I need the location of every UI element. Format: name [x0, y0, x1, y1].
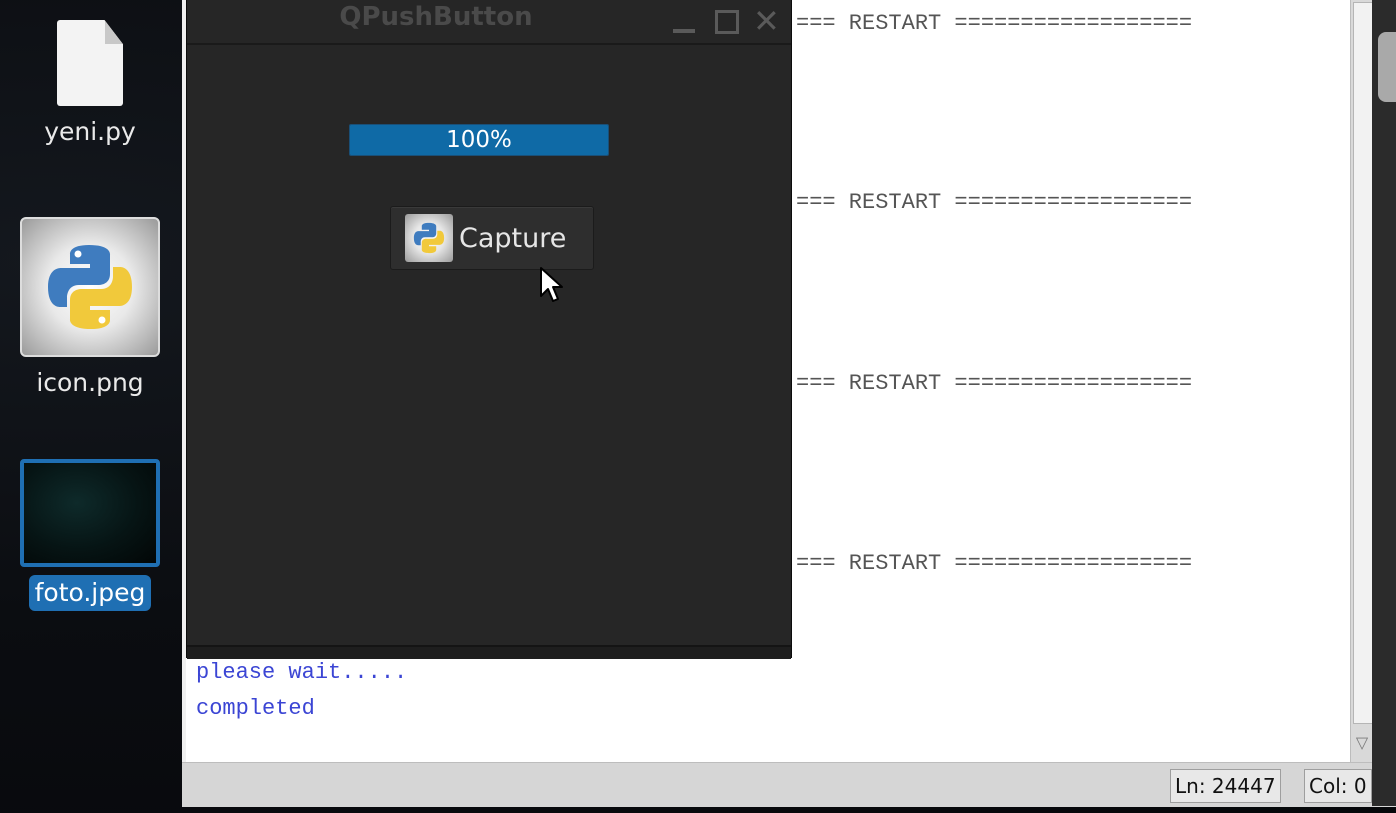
desktop-icon-foto-jpeg[interactable]: foto.jpeg [5, 457, 175, 611]
progress-bar: 100% [349, 124, 609, 156]
restart-line: === RESTART ================== [796, 371, 1193, 396]
window-title: QPushButton [339, 2, 533, 32]
status-column-number: Col: 0 [1304, 769, 1372, 803]
python-logo-icon [405, 214, 453, 262]
desktop-icon-label: yeni.py [44, 117, 136, 146]
python-file-icon [57, 20, 123, 106]
mouse-cursor-icon [540, 267, 563, 302]
scroll-down-arrow-icon[interactable]: ▽ [1354, 728, 1370, 758]
output-line: please wait..... [196, 660, 408, 685]
window-titlebar[interactable]: QPushButton ✕ [187, 0, 791, 45]
desktop-icon-icon-png[interactable]: icon.png [5, 217, 175, 401]
output-line: completed [196, 696, 315, 721]
capture-button[interactable]: Capture [390, 206, 594, 270]
restart-line: === RESTART ================== [796, 551, 1193, 576]
restart-line: === RESTART ================== [796, 11, 1193, 36]
vertical-scrollbar[interactable]: ▽ [1350, 0, 1373, 762]
minimize-icon[interactable] [671, 8, 697, 34]
photo-thumbnail-icon [20, 459, 160, 567]
restart-line: === RESTART ================== [796, 190, 1193, 215]
status-bar: Ln: 24447 Col: 0 [182, 762, 1396, 807]
right-edge-panel [1372, 0, 1396, 806]
desktop-icon-label: foto.jpeg [28, 575, 152, 611]
desktop-icon-label: icon.png [36, 368, 144, 397]
qpushbutton-window: QPushButton ✕ 100% Capture [187, 0, 791, 659]
maximize-icon[interactable] [713, 8, 739, 34]
python-logo-image-icon [20, 217, 160, 357]
window-bottom-border [187, 645, 791, 659]
scrollbar-thumb[interactable] [1353, 2, 1373, 724]
progress-text: 100% [446, 127, 512, 153]
desktop-icon-yeni-py[interactable]: yeni.py [5, 6, 175, 150]
capture-button-label: Capture [459, 222, 567, 254]
side-tab-handle[interactable] [1378, 32, 1396, 102]
status-line-number: Ln: 24447 [1170, 769, 1281, 803]
close-icon[interactable]: ✕ [753, 5, 780, 37]
